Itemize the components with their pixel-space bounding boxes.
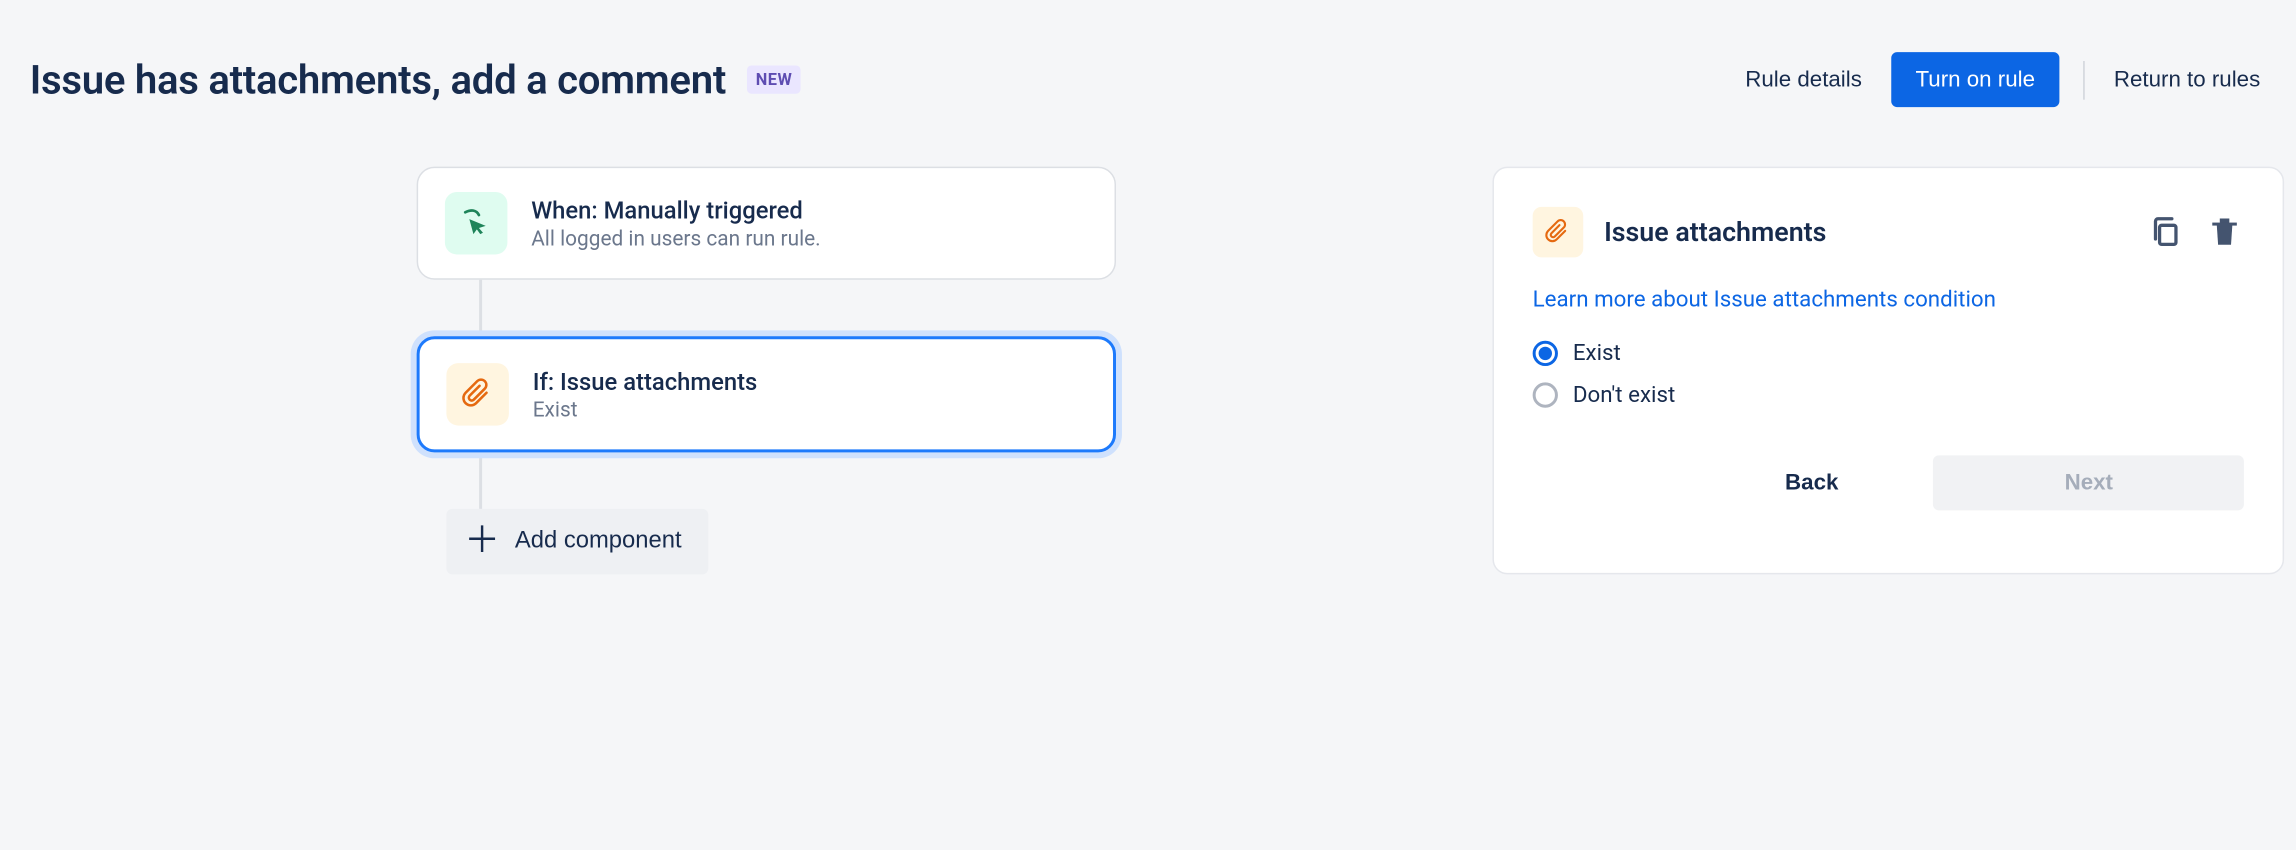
title-wrap: Issue has attachments, add a comment NEW [30,56,801,104]
trigger-card[interactable]: When: Manually triggered All logged in u… [417,167,1116,280]
connector-line [479,452,482,509]
trash-icon [2208,216,2241,249]
radio-label-dont-exist: Don't exist [1573,381,1675,408]
config-panel: Issue attachments [1492,167,2284,575]
page-title: Issue has attachments, add a comment [30,56,726,104]
condition-title: If: Issue attachments [533,367,758,395]
trigger-subtitle: All logged in users can run rule. [531,227,820,251]
panel-footer: Back Next [1533,455,2244,510]
return-to-rules-button[interactable]: Return to rules [2108,58,2266,101]
add-component-button[interactable]: ＋ Add component [446,509,708,574]
panel-title-wrap: Issue attachments [1533,207,1827,258]
cursor-click-icon [445,192,507,254]
condition-subtitle: Exist [533,398,758,422]
condition-content: If: Issue attachments Exist [533,367,758,422]
page-header: Issue has attachments, add a comment NEW… [0,0,2296,107]
panel-header: Issue attachments [1533,207,2244,258]
header-actions: Rule details Turn on rule Return to rule… [1739,52,2266,107]
next-button: Next [1934,455,2244,510]
paperclip-icon [1533,207,1584,258]
panel-title: Issue attachments [1604,217,1826,248]
panel-action-icons [2146,213,2244,252]
separator [2083,60,2084,99]
plus-icon: ＋ [464,524,500,560]
builder-body: When: Manually triggered All logged in u… [0,107,2296,574]
paperclip-icon [446,363,508,425]
add-component-label: Add component [515,528,682,555]
radio-dont-exist[interactable]: Don't exist [1533,381,2244,408]
delete-button[interactable] [2205,213,2244,252]
radio-label-exist: Exist [1573,339,1621,366]
automation-rule-builder: Issue has attachments, add a comment NEW… [0,0,2296,850]
copy-icon [2149,216,2182,249]
flow-column: When: Manually triggered All logged in u… [0,167,1492,575]
turn-on-rule-button[interactable]: Turn on rule [1892,52,2059,107]
radio-exist[interactable]: Exist [1533,339,2244,366]
condition-card[interactable]: If: Issue attachments Exist [417,336,1116,452]
back-button[interactable]: Back [1705,455,1919,510]
duplicate-button[interactable] [2146,213,2185,252]
learn-more-link[interactable]: Learn more about Issue attachments condi… [1533,286,1996,313]
new-badge: NEW [747,65,801,93]
trigger-content: When: Manually triggered All logged in u… [531,196,820,251]
rule-details-button[interactable]: Rule details [1739,58,1868,101]
connector-line [479,280,482,337]
radio-icon [1533,340,1558,365]
radio-icon [1533,382,1558,407]
trigger-title: When: Manually triggered [531,196,820,224]
